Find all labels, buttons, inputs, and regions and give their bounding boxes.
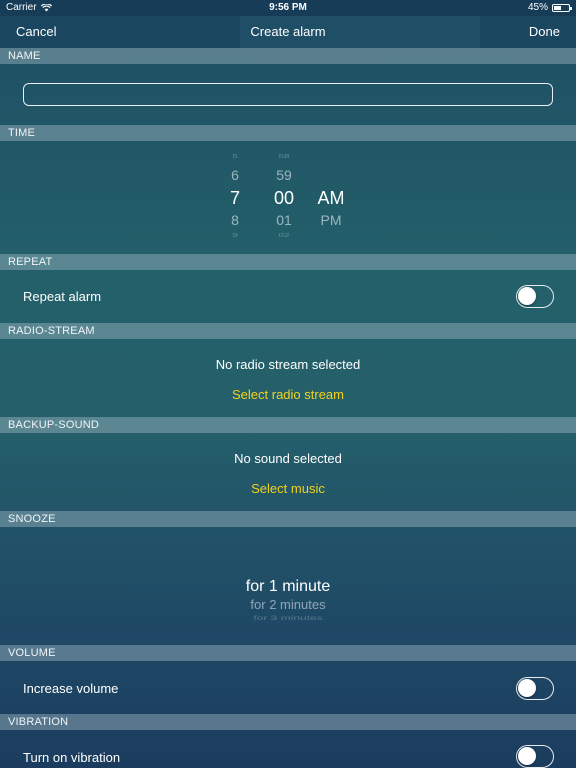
snooze-option[interactable]: for 3 minutes (0, 614, 576, 622)
section-header-backup-sound: BACKUP-SOUND (0, 417, 576, 433)
snooze-option-selected[interactable]: for 1 minute (0, 578, 576, 596)
switch-knob (518, 287, 536, 305)
done-button[interactable]: Done (529, 24, 560, 39)
section-header-radio-stream: RADIO-STREAM (0, 323, 576, 339)
section-header-repeat: REPEAT (0, 254, 576, 270)
switch-knob (518, 747, 536, 765)
snooze-picker[interactable]: for 1 minute for 2 minutes for 3 minutes (0, 527, 576, 645)
status-time: 9:56 PM (269, 2, 307, 13)
repeat-alarm-label: Repeat alarm (23, 289, 102, 304)
section-header-vibration: VIBRATION (0, 714, 576, 730)
section-header-volume: VOLUME (0, 645, 576, 661)
radio-stream-status: No radio stream selected (215, 357, 361, 372)
section-header-time: TIME (0, 125, 576, 141)
repeat-alarm-switch[interactable] (516, 285, 554, 308)
status-bar: Carrier 9:56 PM 45% (0, 0, 576, 16)
increase-volume-switch[interactable] (516, 677, 554, 700)
battery-percent: 45% (527, 2, 548, 13)
period-option[interactable]: PM (301, 212, 361, 228)
battery-indicator: 45% (527, 2, 572, 13)
battery-icon (552, 3, 572, 12)
alarm-name-input[interactable] (23, 83, 553, 106)
select-music-link[interactable]: Select music (251, 481, 325, 496)
section-header-name: NAME (0, 48, 576, 64)
page-title: Create alarm (250, 24, 326, 39)
select-radio-stream-link[interactable]: Select radio stream (232, 387, 344, 402)
snooze-option[interactable]: for 2 minutes (0, 597, 576, 612)
time-picker[interactable]: 5 6 7 8 9 58 59 00 01 02 AM PM (0, 141, 576, 254)
period-selected[interactable]: AM (301, 188, 361, 209)
cancel-button[interactable]: Cancel (16, 24, 56, 39)
vibration-label: Turn on vibration (23, 750, 121, 765)
navigation-bar: Create alarm Cancel Done (0, 16, 576, 48)
period-wheel[interactable]: AM PM (301, 141, 361, 254)
section-header-snooze: SNOOZE (0, 511, 576, 527)
switch-knob (518, 679, 536, 697)
increase-volume-label: Increase volume (23, 681, 119, 696)
backup-sound-status: No sound selected (234, 451, 342, 466)
vibration-switch[interactable] (516, 745, 554, 768)
